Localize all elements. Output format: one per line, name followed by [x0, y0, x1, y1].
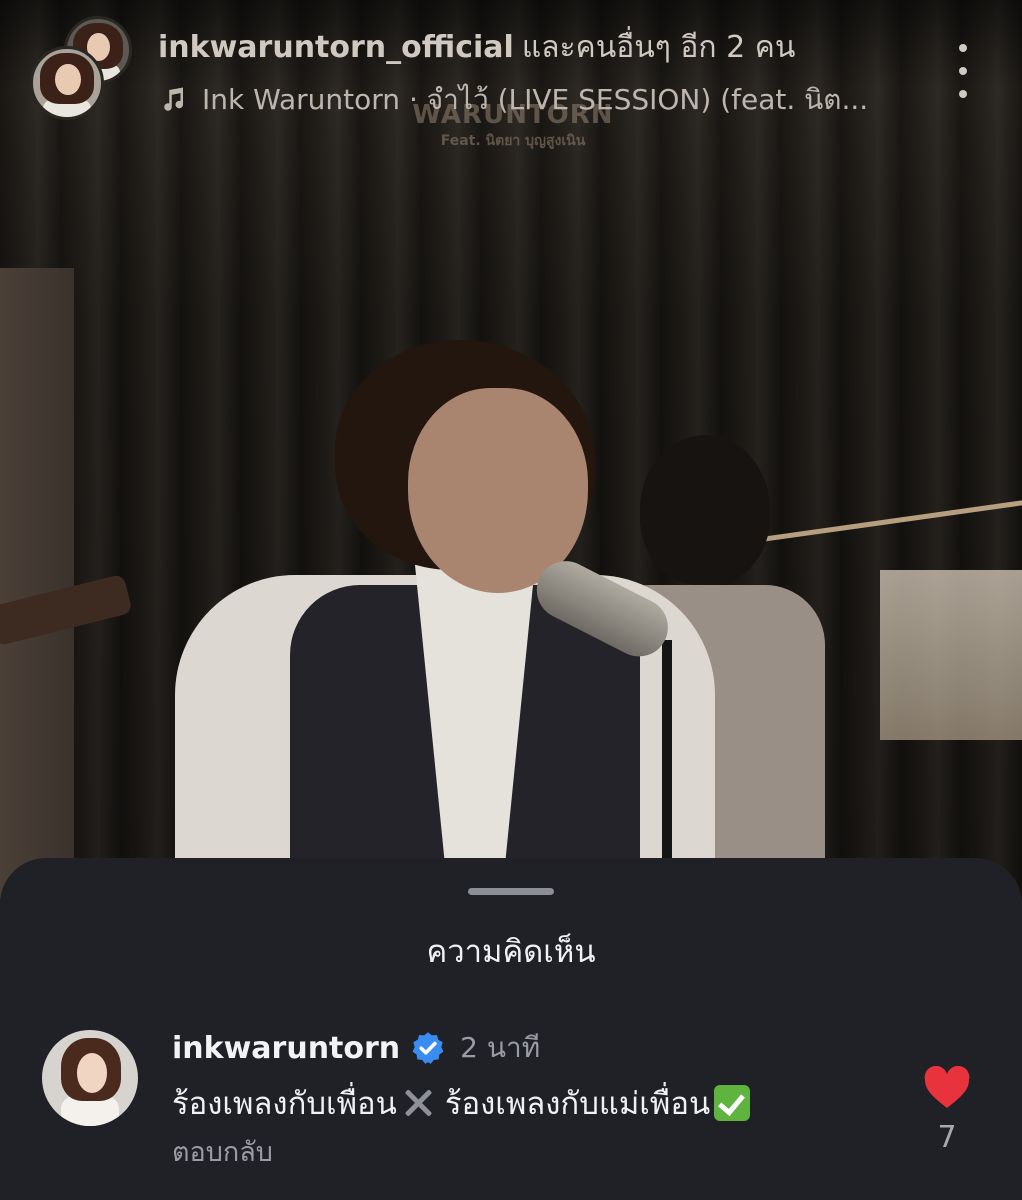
music-title[interactable]: Ink Waruntorn · จำไว้ (LIVE SESSION) (fe…: [202, 78, 868, 122]
owner-username[interactable]: inkwaruntorn_official: [158, 30, 514, 65]
watermark-subtitle: Feat. นิตยา บุญสูงเนิน: [440, 133, 586, 149]
more-dot-icon: [959, 67, 967, 75]
verified-badge-icon: [412, 1032, 444, 1064]
comment-text-part1: ร้องเพลงกับเพื่อน: [172, 1086, 397, 1122]
sheet-title: ความคิดเห็น: [426, 934, 596, 970]
post-header: inkwaruntorn_official และคนอื่นๆ อีก 2 คน…: [0, 0, 1022, 130]
music-attribution[interactable]: Ink Waruntorn · จำไว้ (LIVE SESSION) (fe…: [158, 78, 898, 122]
more-options-button[interactable]: [946, 44, 980, 98]
more-dot-icon: [959, 44, 967, 52]
guitarist-head: [640, 435, 770, 585]
like-count: 7: [937, 1120, 957, 1155]
comment-timestamp: 2 นาที: [460, 1031, 541, 1064]
commenter-avatar[interactable]: [42, 1030, 138, 1126]
post-owner-line[interactable]: inkwaruntorn_official และคนอื่นๆ อีก 2 คน: [158, 24, 795, 71]
cross-mark-icon: [401, 1086, 435, 1120]
more-dot-icon: [959, 90, 967, 98]
owner-avatar[interactable]: [30, 46, 104, 120]
commenter-username[interactable]: inkwaruntorn: [172, 1031, 400, 1066]
check-mark-icon: [714, 1085, 751, 1121]
music-note-icon: [164, 87, 184, 111]
comment-header: inkwaruntorn 2 นาที: [172, 1026, 540, 1070]
avatar-image: [33, 49, 101, 117]
comments-sheet: ความคิดเห็น inkwaruntorn 2 นาที ร้องเพลง…: [0, 858, 1022, 1200]
reply-button[interactable]: ตอบกลับ: [172, 1130, 273, 1173]
wall-panel: [0, 268, 74, 900]
comment-body: ร้องเพลงกับเพื่อน ร้องเพลงกับแม่เพื่อน: [172, 1078, 751, 1128]
video-player[interactable]: WARUNTORN Feat. นิตยา บุญสูงเนิน: [0, 0, 1022, 900]
heart-icon[interactable]: [922, 1066, 972, 1110]
sheet-drag-handle[interactable]: [468, 888, 554, 895]
lamp-shade: [880, 570, 1022, 740]
comment-text-part2: ร้องเพลงกับแม่เพื่อน: [444, 1086, 711, 1122]
collaborators-text[interactable]: และคนอื่นๆ อีก 2 คน: [522, 30, 796, 65]
collab-avatars[interactable]: [30, 16, 140, 120]
